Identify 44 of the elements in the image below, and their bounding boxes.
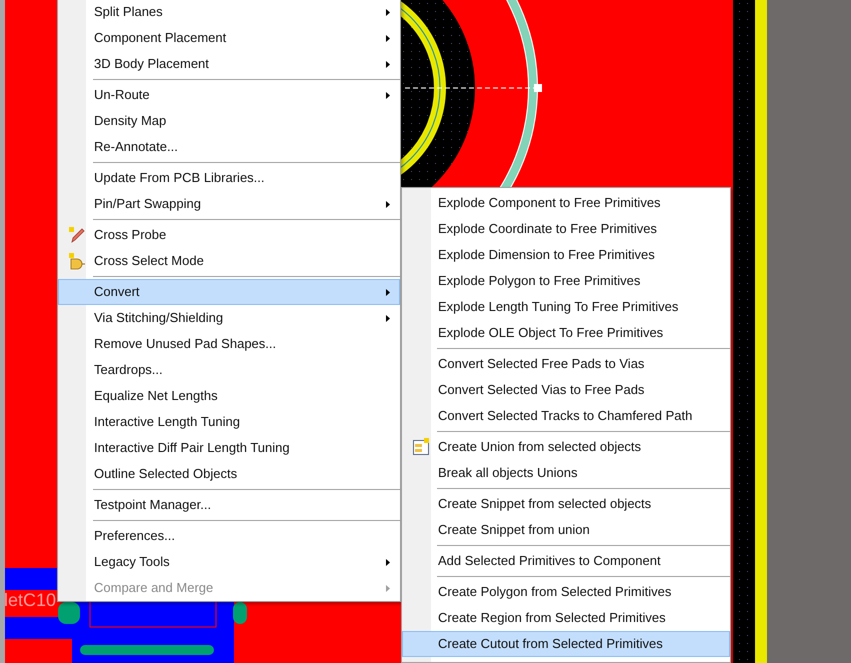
menu-item[interactable]: Density Map <box>58 108 400 134</box>
menu-item[interactable]: Create Snippet from selected objects <box>402 491 730 517</box>
menu-item[interactable]: Explode Component to Free Primitives <box>402 190 730 216</box>
menu-item[interactable]: Pin/Part Swapping <box>58 191 400 217</box>
menu-item[interactable]: Equalize Net Lengths <box>58 383 400 409</box>
menu-item[interactable]: Update From PCB Libraries... <box>58 165 400 191</box>
menu-item[interactable]: Component Placement <box>58 25 400 51</box>
menu-item[interactable]: Convert Selected Tracks to Chamfered Path <box>402 403 730 429</box>
gate-icon <box>68 252 86 270</box>
menu-item[interactable]: Explode Polygon to Free Primitives <box>402 268 730 294</box>
menu-item[interactable]: Create Polygon from Selected Primitives <box>402 579 730 605</box>
menu-item[interactable]: Cross Probe <box>58 222 400 248</box>
menu-item[interactable]: Cross Select Mode <box>58 248 400 274</box>
menu-item[interactable]: Create Cutout from Selected Primitives <box>402 631 730 657</box>
net-label: letC10 <box>4 589 56 611</box>
menu-item[interactable]: Add Selected Primitives to Component <box>402 548 730 574</box>
menu-item[interactable]: Convert Selected Vias to Free Pads <box>402 377 730 403</box>
menu-item[interactable]: Convert <box>58 279 400 305</box>
menu-item[interactable]: Convert Selected Free Pads to Vias <box>402 351 730 377</box>
menu-item[interactable]: Interactive Diff Pair Length Tuning <box>58 435 400 461</box>
copper-area <box>5 617 75 639</box>
stacked-boxes-icon <box>412 438 430 456</box>
menu-item[interactable]: Create Region from Selected Primitives <box>402 605 730 631</box>
menu-item[interactable]: Explode Coordinate to Free Primitives <box>402 216 730 242</box>
menu-item[interactable]: Create Snippet from union <box>402 517 730 543</box>
menu-item[interactable]: Create Union from selected objects <box>402 434 730 460</box>
menu-item[interactable]: Split Planes <box>58 0 400 25</box>
menu-item[interactable]: Un-Route <box>58 82 400 108</box>
menu-item[interactable]: Outline Selected Objects <box>58 461 400 487</box>
menu-item[interactable]: Explode Length Tuning To Free Primitives <box>402 294 730 320</box>
menu-item[interactable]: Testpoint Manager... <box>58 492 400 518</box>
menu-item[interactable]: Re-Annotate... <box>58 134 400 160</box>
menu-item[interactable]: Explode OLE Object To Free Primitives <box>402 320 730 346</box>
menu-item[interactable]: Preferences... <box>58 523 400 549</box>
copper-area <box>5 568 57 590</box>
menu-item[interactable]: Via Stitching/Shielding <box>58 305 400 331</box>
menu-item[interactable]: Remove Unused Pad Shapes... <box>58 331 400 357</box>
menu-item[interactable]: Teardrops... <box>58 357 400 383</box>
menu-item[interactable]: Interactive Length Tuning <box>58 409 400 435</box>
menu-item[interactable]: Legacy Tools <box>58 549 400 575</box>
menu-item[interactable]: Explode Dimension to Free Primitives <box>402 242 730 268</box>
menu-item[interactable]: Break all objects Unions <box>402 460 730 486</box>
menu-item[interactable]: 3D Body Placement <box>58 51 400 77</box>
pencil-icon <box>68 226 86 244</box>
